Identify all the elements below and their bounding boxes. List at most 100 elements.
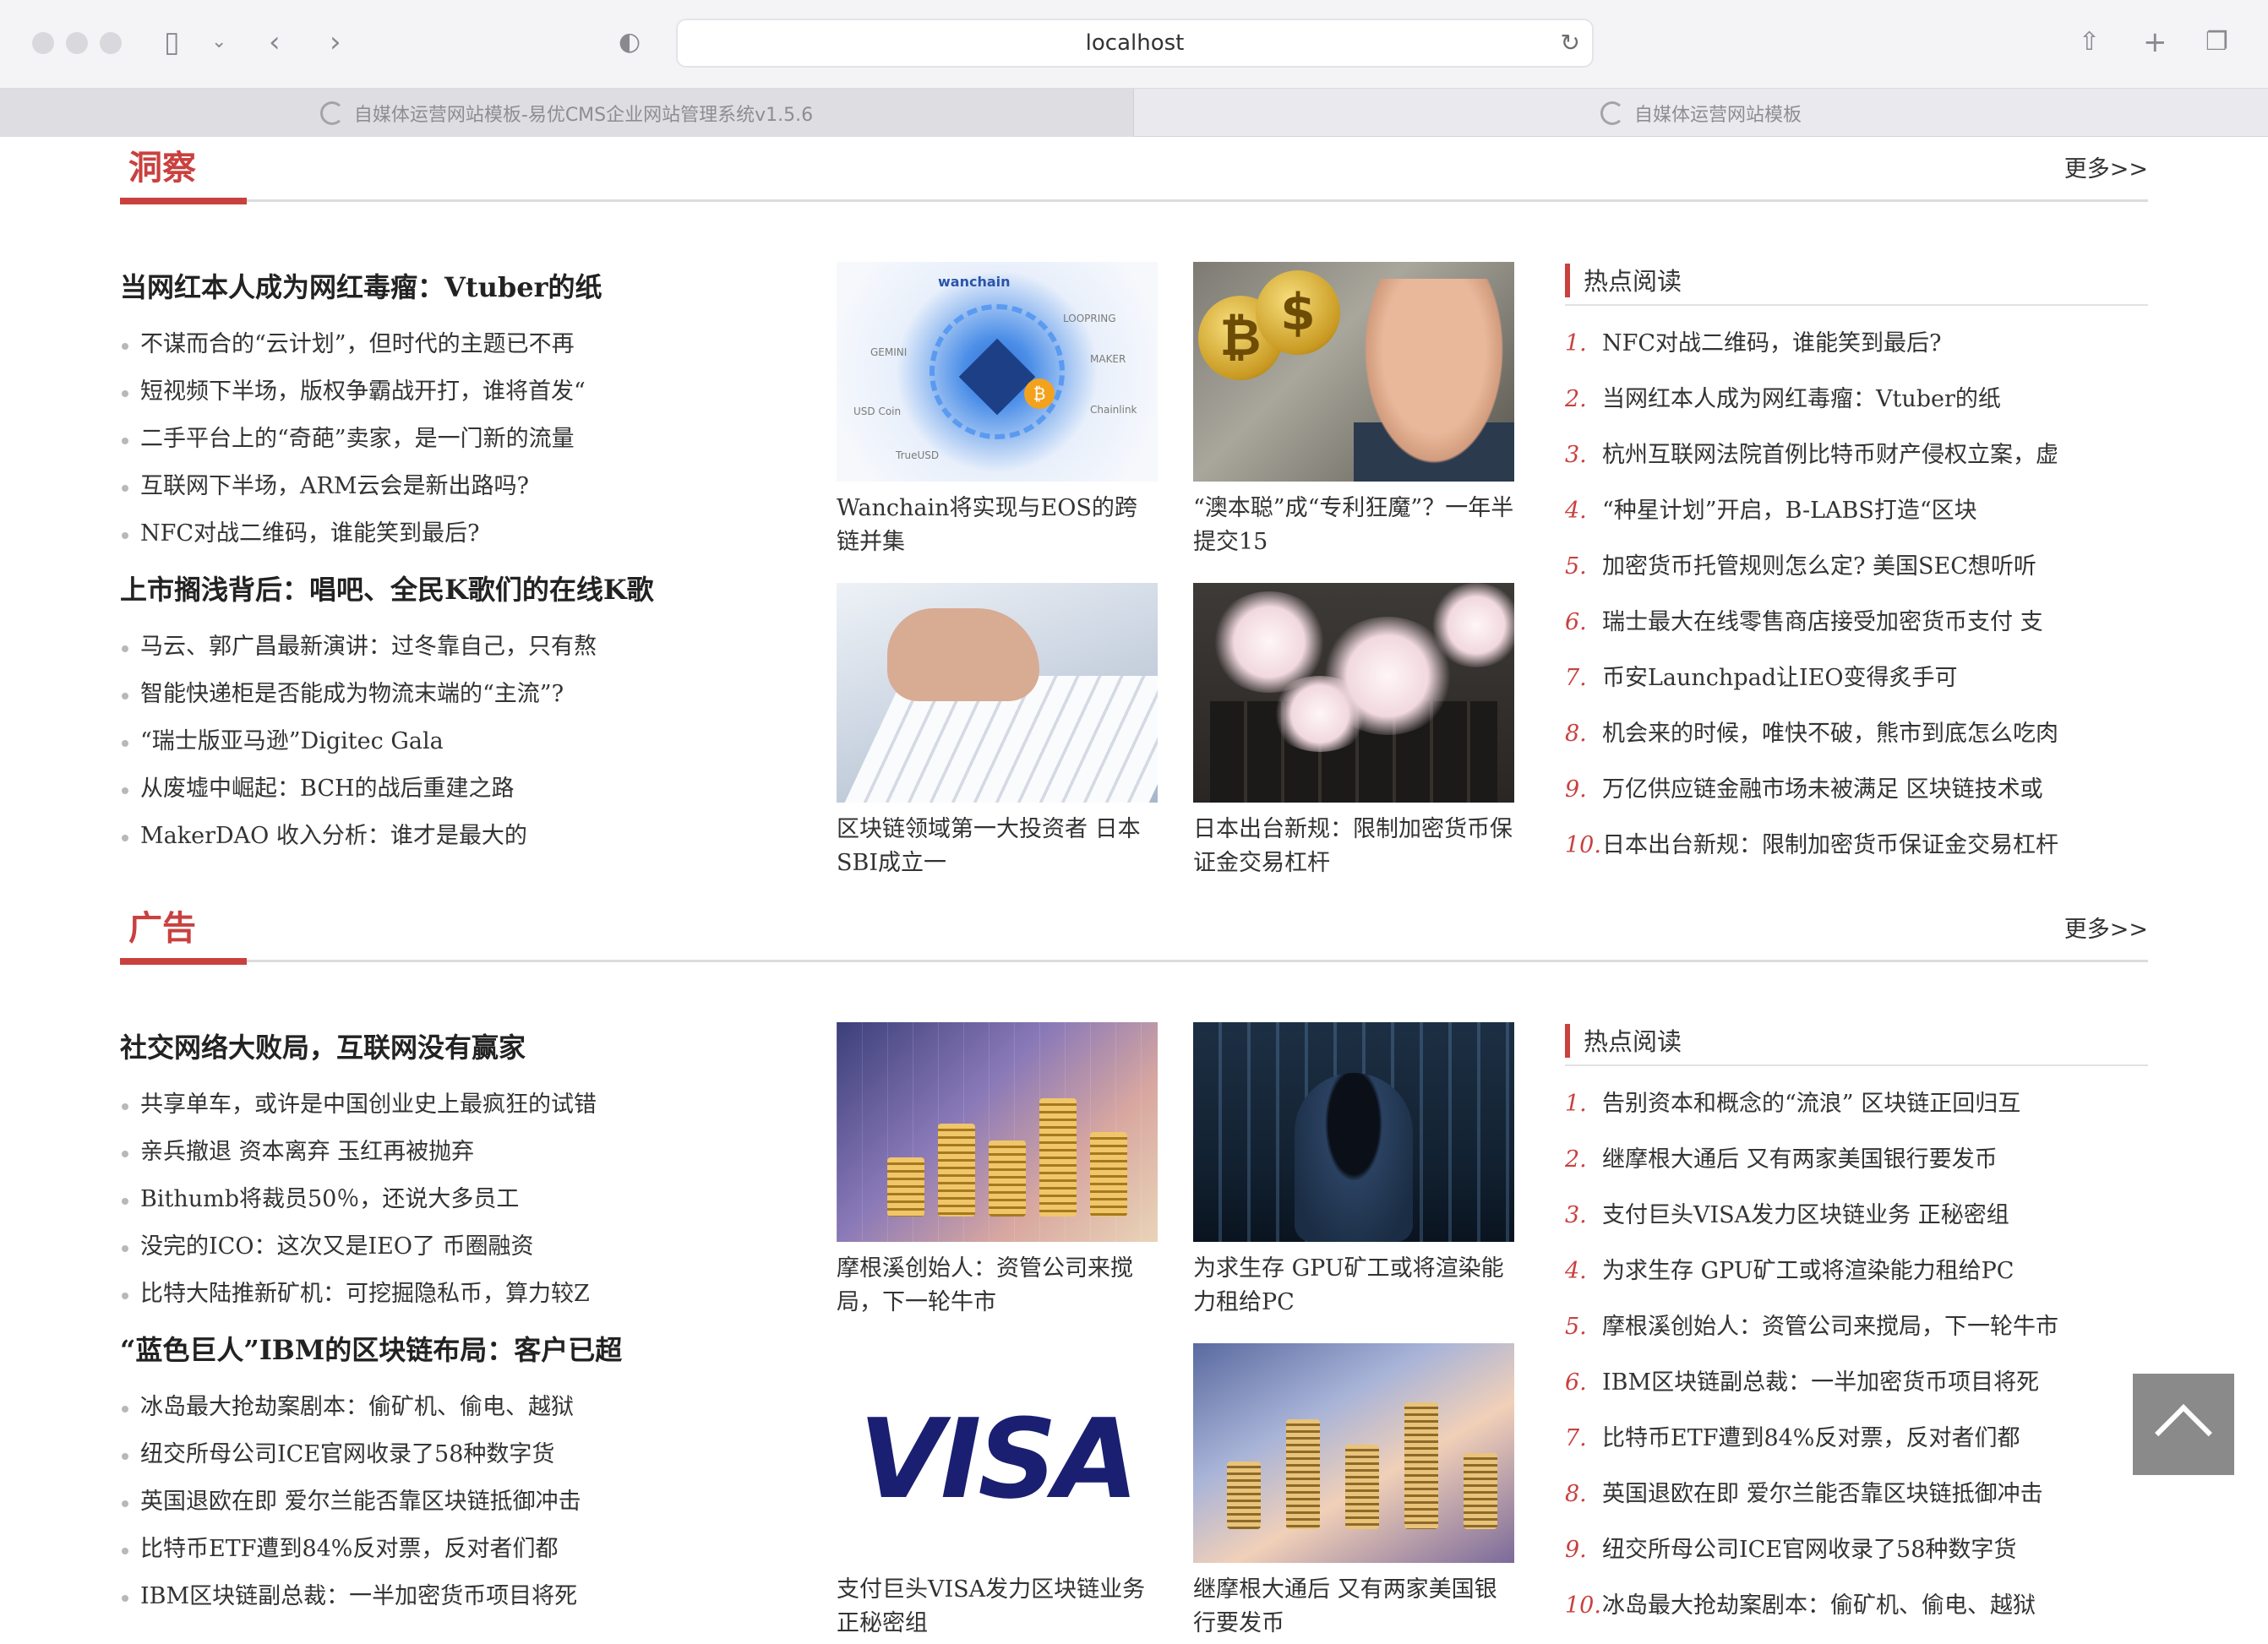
thumb-caption[interactable]: 支付巨头VISA发力区块链业务 正秘密组 [837,1573,1158,1641]
finance-coins-image[interactable] [837,1022,1158,1242]
list-item[interactable]: 智能快递柜是否能成为物流末端的“主流”? [120,671,813,718]
hot-item[interactable]: 1. 告别资本和概念的“流浪” 区块链正回归互 [1565,1076,2148,1132]
back-icon[interactable]: ‹ [269,24,281,61]
section-header: 洞察 更多>> [120,139,2148,206]
visa-logo-image[interactable]: VISA [837,1343,1158,1563]
list-item[interactable]: IBM区块链副总裁：一半加密货币项目将死 [120,1573,813,1620]
hot-item-text: 币安Launchpad让IEO变得炙手可 [1602,665,1958,691]
list-item[interactable]: 没完的ICO：这次又是IEO了 币圈融资 [120,1223,813,1271]
shield-icon[interactable]: ◐ [619,24,641,61]
hot-item[interactable]: 4. 为求生存 GPU矿工或将渲染能力租给PC [1565,1244,2148,1299]
back-to-top-button[interactable] [2133,1374,2234,1475]
hot-item[interactable]: 6. IBM区块链副总裁：一半加密货币项目将死 [1565,1355,2148,1411]
chevron-down-icon[interactable]: ⌄ [211,24,226,61]
thumb-caption[interactable]: 日本出台新规：限制加密货币保证金交易杠杆 [1193,813,1514,880]
thumb-caption[interactable]: Wanchain将实现与EOS的跨链并集 [837,492,1158,559]
more-link[interactable]: 更多>> [2064,150,2148,183]
hot-item-text: 告别资本和概念的“流浪” 区块链正回归互 [1602,1091,2021,1117]
headline-link[interactable]: 上市搁浅背后：唱吧、全民K歌们的在线K歌 [120,566,813,613]
share-icon[interactable]: ⇧ [2079,24,2100,61]
headline-link[interactable]: 当网红本人成为网红毒瘤：Vtuber的纸 [120,264,813,311]
thumb-card[interactable]: wanchain ₿ GEMINI USD Coin MAKER LOOPRIN… [837,262,1158,559]
tab-active[interactable]: 自媒体运营网站模板-易优CMS企业网站管理系统v1.5.6 [0,89,1134,138]
list-item[interactable]: 英国退欧在即 爱尔兰能否靠区块链抵御冲击 [120,1478,813,1526]
more-link[interactable]: 更多>> [2064,911,2148,944]
hot-item[interactable]: 2. 继摩根大通后 又有两家美国银行要发币 [1565,1132,2148,1188]
list-item[interactable]: 比特大陆推新矿机：可挖掘隐私币，算力较Z [120,1271,813,1318]
hot-item[interactable]: 1. NFC对战二维码，谁能笑到最后? [1565,316,2148,372]
rank-number: 4. [1565,1258,1587,1284]
favicon-icon [1600,101,1624,125]
thumb-caption[interactable]: 摩根溪创始人：资管公司来搅局，下一轮牛市 [837,1252,1158,1320]
hot-item-text: 瑞士最大在线零售商店接受加密货币支付 支 [1602,609,2043,635]
list-item[interactable]: 比特币ETF遭到84%反对票，反对者们都 [120,1526,813,1573]
section-header: 广告 更多>> [120,899,2148,966]
list-item[interactable]: 冰岛最大抢劫案剧本：偷矿机、偷电、越狱 [120,1384,813,1431]
close-window-button[interactable] [32,32,54,54]
hot-item[interactable]: 2. 当网红本人成为网红毒瘤：Vtuber的纸 [1565,372,2148,427]
sidebar-toggle-icon[interactable]: ▯ [164,24,180,61]
address-bar[interactable]: localhost ↻ [676,19,1594,68]
hot-item[interactable]: 4. “种星计划”开启，B-LABS打造“区块 [1565,483,2148,539]
coin-stack-graphic [1345,1445,1379,1529]
minimize-window-button[interactable] [66,32,88,54]
zoom-window-button[interactable] [100,32,122,54]
list-item[interactable]: NFC对战二维码，谁能笑到最后? [120,510,813,558]
hot-item[interactable]: 7. 比特币ETF遭到84%反对票，反对者们都 [1565,1411,2148,1467]
thumb-card[interactable]: ₿ $ “澳本聪”成“专利狂魔”？一年半提交15 [1193,262,1514,559]
thumb-card[interactable]: VISA 支付巨头VISA发力区块链业务 正秘密组 [837,1343,1158,1641]
thumb-caption[interactable]: 继摩根大通后 又有两家美国银行要发币 [1193,1573,1514,1641]
thumb-caption[interactable]: 为求生存 GPU矿工或将渲染能力租给PC [1193,1252,1514,1320]
hot-item[interactable]: 5. 加密货币托管规则怎么定? 美国SEC想听听 [1565,539,2148,595]
forward-icon[interactable]: › [330,24,341,61]
hot-item[interactable]: 7. 币安Launchpad让IEO变得炙手可 [1565,651,2148,706]
hot-item[interactable]: 10.日本出台新规：限制加密货币保证金交易杠杆 [1565,818,2148,874]
thumb-card[interactable]: 摩根溪创始人：资管公司来搅局，下一轮牛市 [837,1022,1158,1320]
keyboard-image[interactable] [837,583,1158,803]
wanchain-image[interactable]: wanchain ₿ GEMINI USD Coin MAKER LOOPRIN… [837,262,1158,482]
reload-icon[interactable]: ↻ [1561,29,1580,57]
list-item[interactable]: 不谋而合的“云计划”，但时代的主题已不再 [120,321,813,368]
thumb-caption[interactable]: 区块链领域第一大投资者 日本SBI成立一 [837,813,1158,880]
list-item[interactable]: 亲兵撤退 资本离弃 玉红再被抛弃 [120,1129,813,1176]
new-tab-icon[interactable]: + [2143,24,2167,61]
list-item[interactable]: Bithumb将裁员50％，还说大多员工 [120,1176,813,1223]
hacker-image[interactable] [1193,1022,1514,1242]
headline-link[interactable]: “蓝色巨人”IBM的区块链布局：客户已超 [120,1326,813,1374]
wanchain-logo: wanchain [938,274,1011,290]
logo-label: LOOPRING [1063,313,1116,324]
list-item[interactable]: 马云、郭广昌最新演讲：过冬靠自己，只有熬 [120,623,813,671]
rank-number: 3. [1565,1202,1587,1228]
thumb-card[interactable]: 区块链领域第一大投资者 日本SBI成立一 [837,583,1158,880]
hot-item[interactable]: 9. 万亿供应链金融市场未被满足 区块链技术或 [1565,762,2148,818]
list-item[interactable]: 互联网下半场，ARM云会是新出路吗? [120,463,813,510]
page-content: 洞察 更多>> 当网红本人成为网红毒瘤：Vtuber的纸 不谋而合的“云计划”，… [0,137,2268,1644]
list-item[interactable]: “瑞士版亚马逊”Digitec Gala [120,718,813,765]
list-item[interactable]: 从废墟中崛起：BCH的战后重建之路 [120,765,813,813]
hot-item[interactable]: 8. 机会来的时候，唯快不破，熊市到底怎么吃肉 [1565,706,2148,762]
list-item[interactable]: MakerDAO 收入分析：谁才是最大的 [120,813,813,860]
tab-inactive[interactable]: 自媒体运营网站模板 [1134,89,2268,138]
thumb-card[interactable]: 为求生存 GPU矿工或将渲染能力租给PC [1193,1022,1514,1320]
list-item[interactable]: 共享单车，或许是中国创业史上最疯狂的试错 [120,1081,813,1129]
headline-link[interactable]: 社交网络大败局，互联网没有赢家 [120,1024,813,1071]
thumb-caption[interactable]: “澳本聪”成“专利狂魔”？一年半提交15 [1193,492,1514,559]
tab-overview-icon[interactable]: ❐ [2205,24,2228,61]
hot-item[interactable]: 6. 瑞士最大在线零售商店接受加密货币支付 支 [1565,595,2148,651]
list-item[interactable]: 二手平台上的“奇葩”卖家，是一门新的流量 [120,416,813,463]
portrait-coins-image[interactable]: ₿ $ [1193,262,1514,482]
hot-item[interactable]: 9. 纽交所母公司ICE官网收录了58种数字货 [1565,1522,2148,1578]
finance-coins-image[interactable] [1193,1343,1514,1563]
list-item[interactable]: 短视频下半场，版权争霸战开打，谁将首发“ [120,368,813,416]
hot-item[interactable]: 10.冰岛最大抢劫案剧本：偷矿机、偷电、越狱 [1565,1578,2148,1634]
hot-item-text: “种星计划”开启，B-LABS打造“区块 [1602,498,1977,524]
thumb-card[interactable]: 继摩根大通后 又有两家美国银行要发币 [1193,1343,1514,1641]
hot-item[interactable]: 3. 支付巨头VISA发力区块链业务 正秘密组 [1565,1188,2148,1244]
thumb-card[interactable]: 日本出台新规：限制加密货币保证金交易杠杆 [1193,583,1514,880]
hot-item[interactable]: 3. 杭州互联网法院首例比特币财产侵权立案，虚 [1565,427,2148,483]
cherry-blossom-image[interactable] [1193,583,1514,803]
list-item[interactable]: 纽交所母公司ICE官网收录了58种数字货 [120,1431,813,1478]
hot-item[interactable]: 5. 摩根溪创始人：资管公司来搅局，下一轮牛市 [1565,1299,2148,1355]
hot-item[interactable]: 8. 英国退欧在即 爱尔兰能否靠区块链抵御冲击 [1565,1467,2148,1522]
section-title: 洞察 [128,148,196,188]
